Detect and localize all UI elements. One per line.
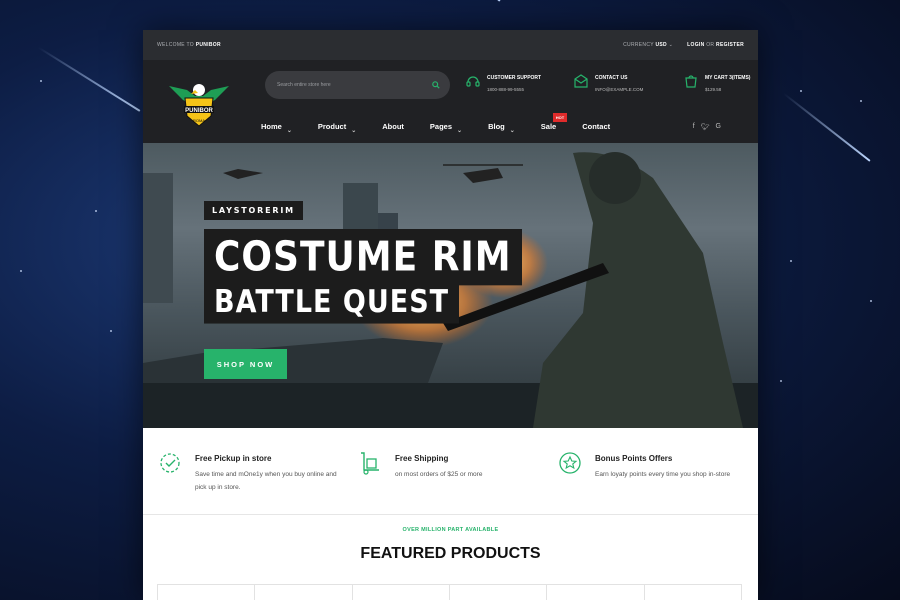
svg-text:ROMA: ROMA [193,118,205,123]
eagle-logo[interactable]: PUNIBOR ROMA [167,72,231,130]
main-nav: Home ⌄ Product ⌄ About Pages ⌄ Blog ⌄ Sale HO… [261,113,636,134]
chevron-down-icon: ⌄ [351,128,357,134]
contact-title: CONTACT US [595,75,628,81]
star [800,90,802,92]
cart-total: $129.58 [705,87,722,92]
cart-title: MY CART 3(ITEMS) [705,75,751,81]
star [860,100,862,102]
product-card[interactable] [547,585,645,600]
feature-desc: Earn loyaty points every time you shop i… [595,471,731,478]
star [95,210,97,212]
hand-truck-icon [361,452,379,475]
hero-title: COSTUME RIM [204,229,522,286]
shopping-bag-icon [685,75,697,88]
headset-icon [466,76,480,87]
store-pickup-icon [160,453,180,473]
section-subtitle: OVER MILLION PART AVAILABLE [402,527,499,533]
google-icon[interactable]: G [716,123,721,131]
nav-item-sale[interactable]: Sale HOT [541,113,568,131]
star [780,380,782,382]
chevron-down-icon: ⌄ [457,128,463,134]
feature-title: Free Pickup in store [195,454,272,463]
nav-item-about[interactable]: About [382,122,404,131]
product-card[interactable] [450,585,548,600]
nav-item-home[interactable]: Home ⌄ [261,122,292,134]
mail-icon [574,74,588,88]
store-name: PUNIBOR [195,42,221,48]
star [20,270,22,272]
currency-selector[interactable]: CURRENCY USD ⌄ [623,42,673,48]
mini-cart[interactable]: MY CART 3(ITEMS) $129.58 [683,73,750,95]
meteor [453,0,501,2]
nav-item-contact[interactable]: Contact [582,122,610,131]
meteor [782,92,871,162]
feature-desc: on most orders of $25 or more [395,471,483,478]
contact-email[interactable]: INFO@EXAMPLE.COM [595,87,643,92]
facebook-icon[interactable]: f [693,123,695,131]
hero-subtitle: BATTLE QUEST [204,281,460,324]
account-links: LOGIN OR REGISTER [687,42,744,48]
hero-tagline: LAYSTORERIM [204,201,303,220]
feature-desc: Save time and mOne1y when you buy online… [195,471,337,491]
chevron-down-icon: ⌄ [286,128,292,134]
search-input[interactable] [275,81,432,89]
welcome-label: WELCOME TO [157,42,194,48]
top-bar: WELCOME TO PUNIBOR CURRENCY USD ⌄ LOGIN … [143,30,758,60]
star [110,330,112,332]
register-link[interactable]: REGISTER [716,42,744,48]
currency-value: USD [655,42,667,48]
customer-support: CUSTOMER SUPPORT 1800-888-99-5555 [465,73,541,95]
features-strip: Free Pickup in store Save time and mOne1… [143,428,758,515]
header: PUNIBOR ROMA CUSTOMER SUPPORT 1800-888-9… [143,60,758,143]
nav-item-pages[interactable]: Pages ⌄ [430,122,463,134]
feature-title: Free Shipping [395,454,449,463]
product-grid [157,584,742,600]
section-title: FEATURED PRODUCTS [360,545,541,562]
hot-badge: HOT [552,113,568,122]
star-badge-icon [559,452,581,474]
welcome-text: WELCOME TO PUNIBOR [157,42,623,48]
product-card[interactable] [158,585,256,600]
search-bar [265,71,450,99]
support-phone: 1800-888-99-5555 [487,87,525,92]
social-links: f 🐦︎ G [693,123,721,131]
product-card[interactable] [353,585,450,600]
hero-banner: LAYSTORERIM COSTUME RIM BATTLE QUEST SHO… [143,143,758,428]
star [40,80,42,82]
star [790,260,792,262]
chevron-down-icon: ⌄ [509,128,515,134]
star [870,300,872,302]
shop-now-button[interactable]: SHOP NOW [204,349,287,379]
contact-us: CONTACT US INFO@EXAMPLE.COM [573,73,643,95]
meteor [37,46,141,112]
svg-text:PUNIBOR: PUNIBOR [185,108,213,114]
product-card[interactable] [255,585,353,600]
chevron-down-icon: ⌄ [668,42,674,48]
feature-title: Bonus Points Offers [595,454,673,463]
support-title: CUSTOMER SUPPORT [487,75,542,81]
search-icon[interactable] [432,81,440,89]
login-link[interactable]: LOGIN [687,42,704,48]
nav-item-product[interactable]: Product ⌄ [318,122,357,134]
currency-label: CURRENCY [623,42,654,48]
or-label: OR [706,42,715,48]
twitter-icon[interactable]: 🐦︎ [701,123,710,131]
website-mockup: WELCOME TO PUNIBOR CURRENCY USD ⌄ LOGIN … [143,30,758,600]
product-card[interactable] [645,585,741,600]
nav-item-blog[interactable]: Blog ⌄ [488,122,515,134]
